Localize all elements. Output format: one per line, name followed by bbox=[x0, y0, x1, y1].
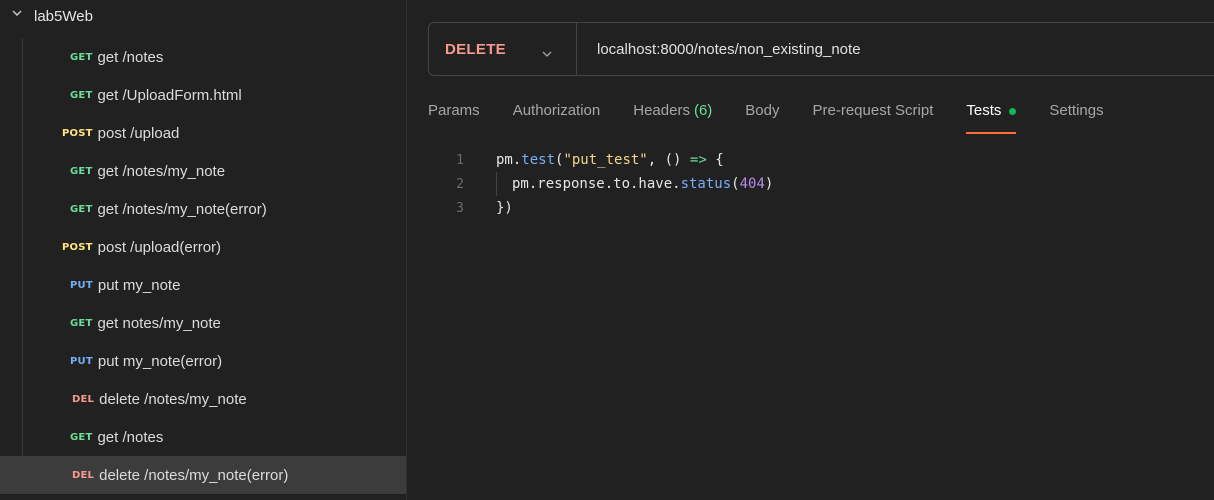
tree-guide-line bbox=[22, 190, 23, 228]
request-tabs: Params Authorization Headers (6) Body Pre… bbox=[428, 98, 1137, 138]
tab-body[interactable]: Body bbox=[745, 98, 779, 134]
request-list: GET get /notes GET get /UploadForm.html POST… bbox=[0, 38, 406, 494]
indent-guide bbox=[496, 172, 497, 196]
method-badge: GET bbox=[70, 51, 93, 63]
request-editor: DELETE Params Authorization Headers(6) B… bbox=[408, 0, 1214, 500]
tab-authorization[interactable]: Authorization bbox=[513, 98, 601, 134]
line-number: 2 bbox=[456, 176, 464, 192]
tab-authorization-label: Authorization bbox=[512, 102, 601, 119]
tab-params-label: Params bbox=[428, 102, 480, 119]
sidebar-request-item[interactable]: GET get /notes/my_note bbox=[0, 152, 406, 190]
method-badge: POST bbox=[62, 127, 93, 139]
code-line: 3 }) bbox=[428, 196, 1208, 220]
request-name: get /UploadForm.html bbox=[97, 86, 242, 104]
method-badge: GET bbox=[70, 431, 93, 443]
line-number: 3 bbox=[456, 200, 464, 216]
code-line: 1 pm.test("put_test", () => { bbox=[428, 148, 1208, 172]
tree-guide-line bbox=[22, 152, 23, 190]
method-select[interactable]: DELETE bbox=[429, 23, 577, 75]
method-badge: GET bbox=[70, 317, 93, 329]
request-name: delete /notes/my_note(error) bbox=[99, 466, 289, 484]
sidebar-request-item[interactable]: DEL delete /notes/my_note bbox=[0, 380, 406, 418]
sidebar-request-item[interactable]: POST post /upload bbox=[0, 114, 406, 152]
sidebar-request-item[interactable]: PUT put my_note(error) bbox=[0, 342, 406, 380]
method-badge: DEL bbox=[72, 393, 95, 405]
tree-guide-line bbox=[22, 38, 23, 76]
tab-settings-label: Settings bbox=[1049, 102, 1104, 119]
method-badge: GET bbox=[70, 165, 93, 177]
tree-guide-line bbox=[22, 418, 23, 456]
method-badge: PUT bbox=[70, 279, 93, 291]
tab-tests-label: Tests bbox=[966, 102, 1002, 119]
request-name: post /upload(error) bbox=[97, 238, 222, 256]
tree-guide-line bbox=[22, 456, 23, 494]
sidebar-request-item[interactable]: PUT put my_note bbox=[0, 266, 406, 304]
tests-status-dot bbox=[1009, 108, 1017, 115]
tab-headers-label: Headers bbox=[633, 102, 690, 119]
headers-count-badge: (6) bbox=[693, 102, 713, 119]
sidebar-request-item[interactable]: POST post /upload(error) bbox=[0, 228, 406, 266]
request-name: get /notes bbox=[97, 428, 164, 446]
collection-sidebar: lab5Web GET get /notes GET get /UploadForm.… bbox=[0, 0, 407, 500]
method-badge: DEL bbox=[72, 469, 95, 481]
sidebar-request-item[interactable]: GET get /notes bbox=[0, 38, 406, 76]
tree-guide-line bbox=[22, 114, 23, 152]
request-name: get /notes/my_note(error) bbox=[97, 200, 267, 218]
request-name: get /notes bbox=[97, 48, 164, 66]
folder-label: lab5Web bbox=[34, 7, 93, 25]
tree-guide-line bbox=[22, 304, 23, 342]
tab-tests[interactable]: Tests bbox=[966, 98, 1017, 134]
tree-guide-line bbox=[22, 380, 23, 418]
request-name: get notes/my_note bbox=[97, 314, 221, 332]
request-name: post /upload bbox=[97, 124, 180, 142]
tab-body-label: Body bbox=[745, 102, 780, 119]
request-name: get /notes/my_note bbox=[97, 162, 226, 180]
tab-pre-request-label: Pre-request Script bbox=[812, 102, 934, 119]
code-text: pm.response.to.have.status(404) bbox=[496, 172, 773, 196]
url-bar: DELETE bbox=[428, 22, 1214, 76]
request-name: put my_note bbox=[97, 276, 181, 294]
sidebar-request-item[interactable]: DEL delete /notes/my_note(error) bbox=[0, 456, 406, 494]
tab-settings[interactable]: Settings bbox=[1049, 98, 1103, 134]
code-text: pm.test("put_test", () => { bbox=[496, 152, 724, 168]
code-line: 2 pm.response.to.have.status(404) bbox=[428, 172, 1208, 196]
tab-params[interactable]: Params bbox=[428, 98, 480, 134]
code-text: }) bbox=[496, 200, 513, 216]
method-label: DELETE bbox=[445, 40, 506, 58]
request-name: delete /notes/my_note bbox=[99, 390, 247, 408]
tree-guide-line bbox=[22, 76, 23, 114]
tree-guide-line bbox=[22, 266, 23, 304]
method-badge: POST bbox=[62, 241, 93, 253]
tree-guide-line bbox=[22, 228, 23, 266]
chevron-down-icon bbox=[542, 45, 552, 57]
method-badge: PUT bbox=[70, 355, 93, 367]
url-input[interactable] bbox=[595, 39, 1214, 59]
sidebar-request-item[interactable]: GET get notes/my_note bbox=[0, 304, 406, 342]
tests-code-editor[interactable]: 1 pm.test("put_test", () => { 2 pm.respo… bbox=[428, 148, 1208, 220]
request-name: put my_note(error) bbox=[97, 352, 223, 370]
line-number: 1 bbox=[456, 152, 464, 168]
tab-pre-request-script[interactable]: Pre-request Script bbox=[813, 98, 934, 134]
method-badge: GET bbox=[70, 203, 93, 215]
tree-guide-line bbox=[22, 342, 23, 380]
chevron-down-icon[interactable] bbox=[12, 8, 22, 18]
sidebar-request-item[interactable]: GET get /notes/my_note(error) bbox=[0, 190, 406, 228]
method-badge: GET bbox=[70, 89, 93, 101]
collection-folder-lab5web[interactable]: lab5Web bbox=[0, 0, 406, 34]
sidebar-request-item[interactable]: GET get /UploadForm.html bbox=[0, 76, 406, 114]
tab-headers[interactable]: Headers (6) bbox=[633, 98, 712, 134]
sidebar-request-item[interactable]: GET get /notes bbox=[0, 418, 406, 456]
